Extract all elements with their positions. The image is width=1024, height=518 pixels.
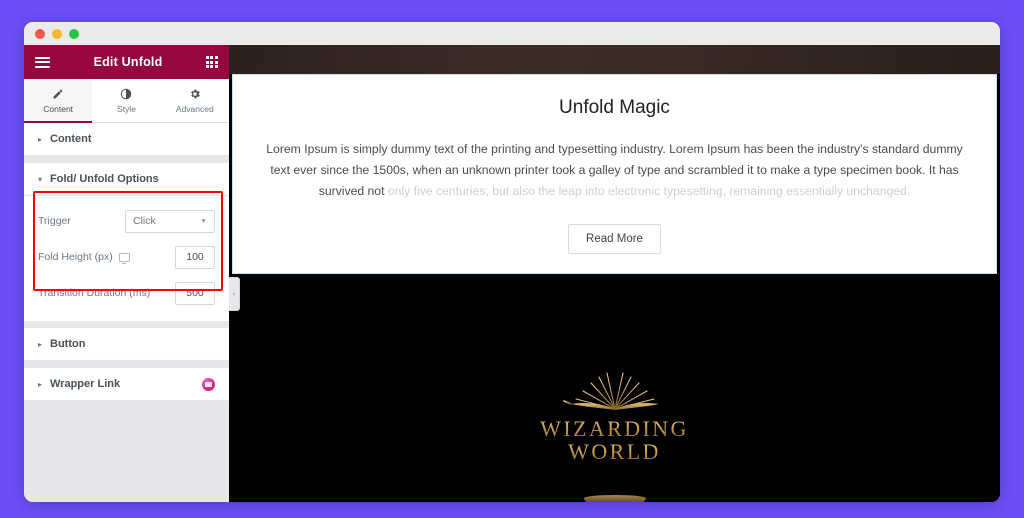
contrast-icon — [120, 88, 132, 101]
section-divider — [24, 401, 229, 408]
section-button-label: Button — [50, 338, 86, 350]
fold-height-input[interactable] — [175, 245, 215, 269]
hero-background-strip — [229, 45, 1000, 74]
unfold-widget-card: Unfold Magic Lorem Ipsum is simply dummy… — [232, 74, 997, 274]
section-fold-unfold-label: Fold/ Unfold Options — [50, 173, 159, 185]
tab-content-label: Content — [43, 103, 74, 114]
unfold-body-text: Lorem Ipsum is simply dummy text of the … — [262, 139, 967, 202]
section-content-label: Content — [50, 133, 92, 145]
panel-title: Edit Unfold — [93, 55, 163, 69]
trigger-label: Trigger — [38, 215, 71, 227]
section-divider — [24, 156, 229, 163]
trigger-select[interactable]: Click ▼ — [125, 209, 215, 233]
logo-line-2: WORLD — [540, 440, 689, 464]
logo-line-1: WIZARDING — [540, 416, 689, 441]
tab-style-label: Style — [117, 103, 136, 114]
elementor-panel: Edit Unfold Content Style Advanced ▸ Con… — [24, 45, 229, 502]
desktop-monitor-icon[interactable] — [118, 252, 130, 264]
section-divider — [24, 361, 229, 368]
read-more-button[interactable]: Read More — [568, 224, 661, 254]
section-wrapper-link[interactable]: ▸ Wrapper Link — [24, 368, 229, 401]
gear-icon — [189, 88, 201, 101]
preview-canvas: Unfold Magic Lorem Ipsum is simply dummy… — [229, 45, 1000, 502]
wand-rays-book-icon — [562, 370, 659, 410]
wizarding-world-logo: WIZARDING WORLD — [540, 369, 689, 464]
panel-header: Edit Unfold — [24, 45, 229, 79]
hamburger-icon[interactable] — [35, 56, 50, 68]
tab-advanced[interactable]: Advanced — [160, 79, 229, 122]
close-window-button[interactable] — [35, 28, 45, 39]
fold-height-label: Fold Height (px) — [38, 251, 175, 264]
chevron-right-icon: ▸ — [38, 379, 43, 389]
dark-section: WIZARDING WORLD — [229, 277, 1000, 502]
panel-tabs: Content Style Advanced — [24, 79, 229, 123]
section-divider — [24, 321, 229, 328]
pencil-icon — [52, 88, 64, 101]
tab-style[interactable]: Style — [92, 79, 161, 122]
book-top-edge-decoration — [583, 495, 646, 502]
panel-collapse-button[interactable]: ‹ — [229, 277, 240, 311]
panel-sections: ▸ Content ▾ Fold/ Unfold Options Trigger… — [24, 123, 229, 502]
pro-badge-icon — [202, 377, 215, 391]
transition-duration-row: Transition Duration (ms) — [38, 278, 215, 308]
fold-height-label-text: Fold Height (px) — [38, 251, 113, 263]
fold-unfold-controls: Trigger Click ▼ Fold Height (px) 100 Tra… — [24, 196, 229, 321]
section-button[interactable]: ▸ Button — [24, 328, 229, 361]
chevron-down-icon: ▾ — [38, 174, 43, 184]
section-content[interactable]: ▸ Content — [24, 123, 229, 156]
chevron-right-icon: ▸ — [38, 339, 43, 349]
browser-window: Edit Unfold Content Style Advanced ▸ Con… — [24, 22, 1000, 502]
maximize-window-button[interactable] — [69, 28, 79, 39]
trigger-row: Trigger Click ▼ — [38, 206, 215, 236]
unfold-body-faded: only five centuries, but also the leap i… — [387, 184, 911, 198]
chevron-right-icon: ▸ — [38, 134, 43, 144]
section-wrapper-link-label: Wrapper Link — [50, 378, 121, 390]
minimize-window-button[interactable] — [52, 28, 62, 39]
chevron-left-icon: ‹ — [232, 290, 236, 298]
tab-content[interactable]: Content — [24, 79, 93, 123]
fold-height-row: Fold Height (px) — [38, 242, 215, 272]
page-title: Unfold Magic — [559, 97, 670, 118]
trigger-value: Click — [133, 215, 156, 227]
window-body: Edit Unfold Content Style Advanced ▸ Con… — [24, 45, 1000, 502]
tab-advanced-label: Advanced — [175, 103, 214, 114]
transition-duration-input[interactable] — [175, 281, 215, 305]
chevron-down-icon: ▼ — [200, 217, 207, 225]
transition-duration-label: Transition Duration (ms) — [38, 287, 151, 299]
window-titlebar — [24, 22, 1000, 45]
grid-icon[interactable] — [205, 56, 218, 68]
section-fold-unfold-options[interactable]: ▾ Fold/ Unfold Options — [24, 163, 229, 196]
